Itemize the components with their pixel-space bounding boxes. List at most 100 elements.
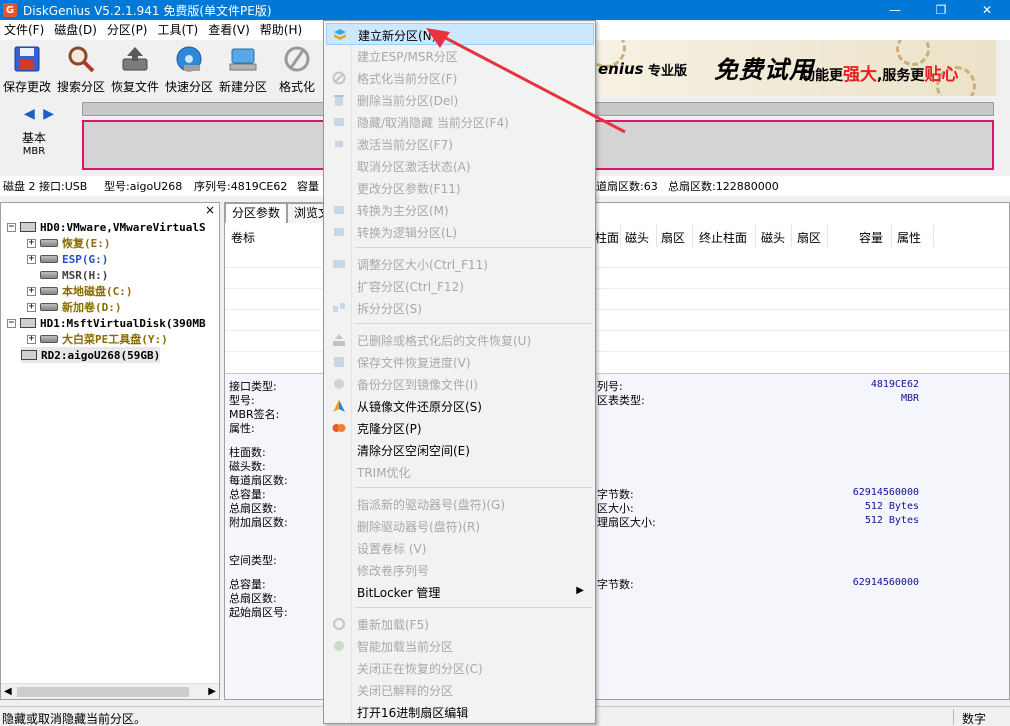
menu-item-convert-logical[interactable]: 转换为逻辑分区(L): [326, 221, 594, 243]
expand-icon[interactable]: +: [27, 302, 36, 312]
toolbar-label: 搜索分区: [56, 80, 105, 94]
scroll-left-icon[interactable]: ◀: [4, 686, 12, 697]
status-message: 隐藏或取消隐藏当前分区。: [2, 712, 147, 726]
close-button[interactable]: ✕: [964, 0, 1010, 20]
new-partition-icon: [227, 44, 259, 74]
expand-icon[interactable]: +: [27, 334, 36, 344]
menu-item-hide-partition[interactable]: 隐藏/取消隐藏 当前分区(F4): [326, 111, 594, 133]
menu-item-recover-deleted[interactable]: 已删除或格式化后的文件恢复(U): [326, 329, 594, 351]
promo-banner[interactable]: enius 专业版 免费试用 功能更强大,服务更贴心: [596, 40, 996, 96]
menu-item-resize-partition[interactable]: 调整分区大小(Ctrl_F11): [326, 253, 594, 275]
prev-disk-button[interactable]: ◀: [24, 106, 35, 122]
expand-icon[interactable]: +: [27, 254, 36, 264]
column-divider: [933, 225, 934, 247]
column-attributes: 属性: [897, 231, 922, 245]
menu-item-hex-editor[interactable]: 打开16进制扇区编辑: [326, 701, 594, 723]
menu-item-convert-primary[interactable]: 转换为主分区(M): [326, 199, 594, 221]
menu-item-activate-partition[interactable]: 激活当前分区(F7): [326, 133, 594, 155]
disk-type-label: 基本 MBR: [22, 132, 46, 158]
scrollbar-thumb[interactable]: [17, 687, 189, 697]
tree-item-label: 新加卷(D:): [62, 301, 122, 314]
expand-icon[interactable]: +: [27, 238, 36, 248]
column-end-sector: 扇区: [797, 231, 822, 245]
tree-item-label: HD1:MsftVirtualDisk(390MB: [40, 316, 206, 330]
menu-item-remove-drive-letter[interactable]: 删除驱动器号(盘符)(R): [326, 515, 594, 537]
menu-item-label: 修改卷序列号: [357, 564, 430, 578]
attributes-label: 属性:: [229, 422, 255, 435]
menu-item-format-partition[interactable]: 格式化当前分区(F): [326, 67, 594, 89]
menu-item-trim-optimize[interactable]: TRIM优化: [326, 461, 594, 483]
slogan-part: ,服务更: [877, 68, 925, 84]
menu-partition[interactable]: 分区(P): [103, 20, 152, 40]
menu-item-save-recovery-progress[interactable]: 保存文件恢复进度(V): [326, 351, 594, 373]
horizontal-scrollbar[interactable]: ◀ ▶: [1, 683, 219, 699]
disk-model-text: 型号:aigoU268: [104, 180, 183, 193]
menu-item-label: 删除当前分区(Del): [357, 94, 459, 108]
maximize-button[interactable]: ❐: [918, 0, 964, 20]
menu-item-wipe-free-space[interactable]: 清除分区空闲空间(E): [326, 439, 594, 461]
column-end-cylinder: 终止柱面: [699, 231, 748, 245]
menu-item-delete-partition[interactable]: 删除当前分区(Del): [326, 89, 594, 111]
menu-separator: [355, 323, 592, 324]
toolbar-label: 保存更改: [2, 80, 51, 94]
tree-item-label: 本地磁盘(C:): [62, 285, 133, 298]
menu-item-create-esp-msr[interactable]: 建立ESP/MSR分区: [326, 45, 594, 67]
menu-item-label: TRIM优化: [357, 466, 411, 480]
format-icon: [332, 71, 346, 85]
quick-partition-button[interactable]: 快速分区: [162, 40, 216, 96]
recover-files-button[interactable]: 恢复文件: [108, 40, 162, 96]
tree-item-partition[interactable]: MSR(H:): [40, 267, 108, 283]
tree-item-partition[interactable]: + 新加卷(D:): [27, 299, 122, 315]
menu-item-label: 更改分区参数(F11): [357, 182, 461, 196]
menu-item-restore-from-image[interactable]: 从镜像文件还原分区(S): [326, 395, 594, 417]
collapse-icon[interactable]: −: [7, 318, 16, 328]
menu-item-reload[interactable]: 重新加载(F5): [326, 613, 594, 635]
format-button[interactable]: 格式化: [270, 40, 324, 96]
expand-icon[interactable]: +: [27, 286, 36, 296]
brand-name: enius: [598, 60, 644, 78]
menu-item-change-parameters[interactable]: 更改分区参数(F11): [326, 177, 594, 199]
menu-item-extend-partition[interactable]: 扩容分区(Ctrl_F12): [326, 275, 594, 297]
next-disk-button[interactable]: ▶: [43, 106, 54, 122]
convert-icon: [332, 203, 346, 217]
tree-item-hd0[interactable]: − HD0:VMware,VMwareVirtualS: [7, 219, 206, 235]
tree-item-partition[interactable]: + 大白菜PE工具盘(Y:): [27, 331, 168, 347]
save-changes-button[interactable]: 保存更改: [0, 40, 54, 96]
menu-item-clone-partition[interactable]: 克隆分区(P): [326, 417, 594, 439]
menu-file[interactable]: 文件(F): [0, 20, 48, 40]
menu-item-set-volume-label[interactable]: 设置卷标 (V): [326, 537, 594, 559]
search-partition-button[interactable]: 搜索分区: [54, 40, 108, 96]
minimize-button[interactable]: —: [872, 0, 918, 20]
scroll-right-icon[interactable]: ▶: [208, 686, 216, 697]
tree-item-partition[interactable]: + 本地磁盘(C:): [27, 283, 133, 299]
menu-item-split-partition[interactable]: 拆分分区(S): [326, 297, 594, 319]
menu-item-bitlocker[interactable]: BitLocker 管理 ▶: [326, 581, 594, 603]
menu-item-label: 从镜像文件还原分区(S): [357, 400, 482, 414]
menu-item-change-serial[interactable]: 修改卷序列号: [326, 559, 594, 581]
tab-partition-params[interactable]: 分区参数: [225, 203, 288, 223]
tree-item-partition[interactable]: + ESP(G:): [27, 251, 108, 267]
hard-disk-icon: [20, 222, 36, 232]
menu-item-close-interpreted[interactable]: 关闭已解释的分区: [326, 679, 594, 701]
recover-file-icon: [332, 333, 346, 347]
menu-tools[interactable]: 工具(T): [154, 20, 203, 40]
menu-view[interactable]: 查看(V): [204, 20, 254, 40]
total-sectors-text: 总扇区数:122880000: [668, 180, 779, 193]
menu-item-assign-drive-letter[interactable]: 指派新的驱动器号(盘符)(G): [326, 493, 594, 515]
menu-help[interactable]: 帮助(H): [256, 20, 306, 40]
tree-item-rd2[interactable]: RD2:aigoU268(59GB): [21, 347, 161, 363]
menu-item-backup-to-image[interactable]: 备份分区到镜像文件(I): [326, 373, 594, 395]
activate-icon: [332, 137, 346, 151]
tree-item-partition[interactable]: + 恢复(E:): [27, 235, 111, 251]
sector-size-value: 512 Bytes: [864, 501, 919, 512]
menu-item-deactivate-partition[interactable]: 取消分区激活状态(A): [326, 155, 594, 177]
menu-item-close-recovering[interactable]: 关闭正在恢复的分区(C): [326, 657, 594, 679]
new-partition-button[interactable]: 新建分区: [216, 40, 270, 96]
close-panel-icon[interactable]: ×: [205, 203, 215, 217]
menu-item-new-partition[interactable]: 建立新分区(N): [326, 23, 594, 45]
menu-item-smart-load[interactable]: 智能加载当前分区: [326, 635, 594, 657]
collapse-icon[interactable]: −: [7, 222, 16, 232]
restore-icon: [332, 399, 346, 413]
tree-item-hd1[interactable]: − HD1:MsftVirtualDisk(390MB: [7, 315, 206, 331]
menu-disk[interactable]: 磁盘(D): [50, 20, 101, 40]
